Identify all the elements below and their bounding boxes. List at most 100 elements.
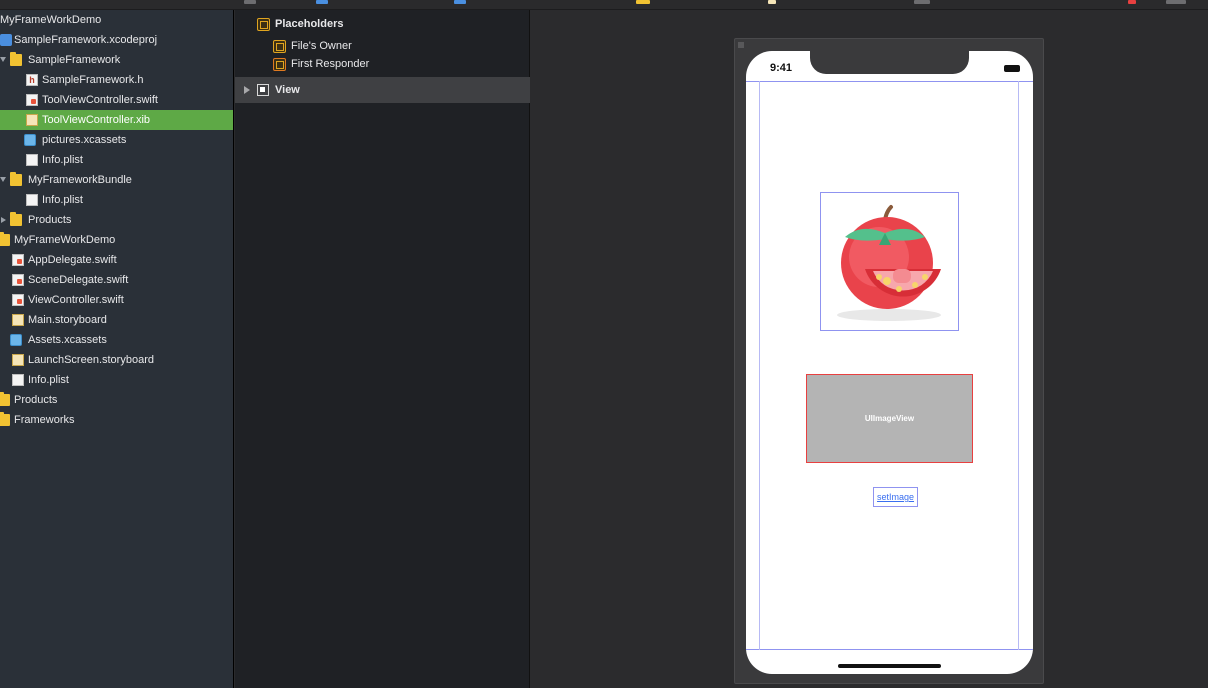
toolbar-view-icon[interactable] — [914, 0, 930, 4]
layout-margin-right — [1018, 81, 1019, 650]
outline-files-owner[interactable]: File's Owner — [235, 36, 530, 56]
plist-file-icon — [12, 374, 24, 386]
toolbar-project-icon[interactable] — [316, 0, 328, 4]
outline-label: First Responder — [291, 58, 370, 70]
nav-item-label: ToolViewController.xib — [42, 114, 151, 126]
nav-item-sampleframework-h[interactable]: h SampleFramework.h — [0, 70, 233, 90]
project-navigator: MyFrameWorkDemo SampleFramework.xcodepro… — [0, 10, 234, 688]
tomato-image-view[interactable] — [820, 192, 959, 331]
disclosure-closed-icon[interactable] — [1, 217, 6, 223]
safe-area-guide-top — [746, 81, 1033, 82]
nav-item-launchscreen-storyboard[interactable]: LaunchScreen.storyboard — [0, 350, 233, 370]
image-view-label: UIImageView — [864, 414, 915, 423]
nav-item-label: Main.storyboard — [28, 314, 107, 326]
folder-icon — [10, 52, 22, 66]
nav-item-frameworks-folder[interactable]: Frameworks — [0, 410, 233, 430]
plist-file-icon — [26, 154, 38, 166]
nav-item-label: pictures.xcassets — [42, 134, 127, 146]
nav-item-sampleframework-folder[interactable]: SampleFramework — [0, 50, 233, 70]
nav-item-products-folder[interactable]: Products — [0, 210, 233, 230]
placeholder-cube-icon — [257, 18, 270, 31]
nav-item-label: SampleFramework.xcodeproj — [14, 34, 158, 46]
iphone-device-frame: 9:41 UIImageView setImage — [746, 51, 1033, 674]
storyboard-icon — [12, 314, 24, 326]
storyboard-icon — [12, 354, 24, 366]
layout-margin-left — [759, 81, 760, 650]
nav-item-main-storyboard[interactable]: Main.storyboard — [0, 310, 233, 330]
header-file-icon: h — [26, 74, 38, 86]
folder-icon — [0, 412, 10, 426]
nav-item-toolviewcontroller-swift[interactable]: ToolViewController.swift — [0, 90, 233, 110]
nav-item-label: SampleFramework.h — [42, 74, 144, 86]
nav-item-label: Frameworks — [14, 414, 75, 426]
tomato-image — [837, 205, 941, 321]
nav-item-toolviewcontroller-xib[interactable]: ToolViewController.xib — [0, 110, 233, 130]
swift-file-icon — [12, 294, 24, 306]
nav-item-info-plist[interactable]: Info.plist — [0, 370, 233, 390]
files-owner-cube-icon — [273, 40, 286, 53]
nav-item-info-plist[interactable]: Info.plist — [0, 190, 233, 210]
toolbar-folder-icon[interactable] — [636, 0, 650, 4]
toolbar-grid-icon[interactable] — [244, 0, 256, 4]
nav-item-label: Products — [28, 214, 72, 226]
outline-label: Placeholders — [275, 18, 344, 30]
nav-item-label: Info.plist — [42, 194, 83, 206]
disclosure-closed-icon[interactable] — [244, 86, 250, 94]
folder-icon — [10, 212, 22, 226]
nav-item-scenedelegate-swift[interactable]: SceneDelegate.swift — [0, 270, 233, 290]
toolbar — [0, 0, 1208, 10]
xib-file-icon — [26, 114, 38, 126]
swift-file-icon — [12, 274, 24, 286]
assets-icon — [10, 334, 22, 346]
nav-item-info-plist[interactable]: Info.plist — [0, 150, 233, 170]
interface-builder-canvas[interactable]: 9:41 UIImageView setImage — [531, 10, 1208, 688]
outline-label: View — [275, 84, 300, 96]
safe-area-guide-bottom — [746, 649, 1033, 650]
nav-item-label: Info.plist — [28, 374, 69, 386]
nav-item-label: AppDelegate.swift — [28, 254, 117, 266]
xcodeproj-icon — [0, 34, 12, 46]
nav-item-label: Products — [14, 394, 58, 406]
folder-icon — [0, 232, 10, 246]
swift-file-icon — [12, 254, 24, 266]
nav-item-label: LaunchScreen.storyboard — [28, 354, 154, 366]
scene-handle-icon[interactable] — [738, 42, 744, 48]
nav-item-label: ToolViewController.swift — [42, 94, 158, 106]
nav-item-label: SceneDelegate.swift — [28, 274, 129, 286]
swift-file-icon — [26, 94, 38, 106]
scene-container[interactable]: 9:41 UIImageView setImage — [734, 38, 1044, 684]
outline-first-responder[interactable]: First Responder — [235, 54, 530, 74]
nav-item-myframeworkdemo-project[interactable]: MyFrameWorkDemo — [0, 10, 233, 30]
set-image-button[interactable]: setImage — [873, 487, 918, 507]
outline-label: File's Owner — [291, 40, 352, 52]
outline-placeholders[interactable]: Placeholders — [235, 14, 530, 34]
battery-icon — [1004, 65, 1020, 72]
assets-icon — [24, 134, 36, 146]
nav-item-samplframework-xcodeproj[interactable]: SampleFramework.xcodeproj — [0, 30, 233, 50]
nav-item-label: MyFrameworkBundle — [28, 174, 132, 186]
nav-item-label: MyFrameWorkDemo — [14, 234, 116, 246]
folder-icon — [10, 172, 22, 186]
nav-item-myframeworkbundle-folder[interactable]: MyFrameworkBundle — [0, 170, 233, 190]
nav-item-products-folder[interactable]: Products — [0, 390, 233, 410]
document-outline: Placeholders File's Owner First Responde… — [235, 10, 530, 688]
toolbar-error-icon[interactable] — [1128, 0, 1136, 4]
disclosure-open-icon[interactable] — [0, 177, 6, 182]
placeholder-image-view[interactable]: UIImageView — [806, 374, 973, 463]
status-time: 9:41 — [770, 62, 793, 74]
folder-icon — [0, 392, 10, 406]
disclosure-open-icon[interactable] — [0, 57, 6, 62]
toolbar-menu-icon[interactable] — [1166, 0, 1186, 4]
nav-item-label: SampleFramework — [28, 54, 121, 66]
toolbar-framework-icon[interactable] — [454, 0, 466, 4]
nav-item-assets-xcassets[interactable]: Assets.xcassets — [0, 330, 233, 350]
nav-item-label: Info.plist — [42, 154, 83, 166]
nav-item-pictures-xcassets[interactable]: pictures.xcassets — [0, 130, 233, 150]
nav-item-appdelegate-swift[interactable]: AppDelegate.swift — [0, 250, 233, 270]
nav-item-myframeworkdemo-folder[interactable]: MyFrameWorkDemo — [0, 230, 233, 250]
home-indicator — [838, 664, 941, 668]
nav-item-viewcontroller-swift[interactable]: ViewController.swift — [0, 290, 233, 310]
device-notch — [810, 51, 969, 74]
toolbar-file-icon[interactable] — [768, 0, 776, 4]
outline-view[interactable]: View — [235, 77, 530, 103]
